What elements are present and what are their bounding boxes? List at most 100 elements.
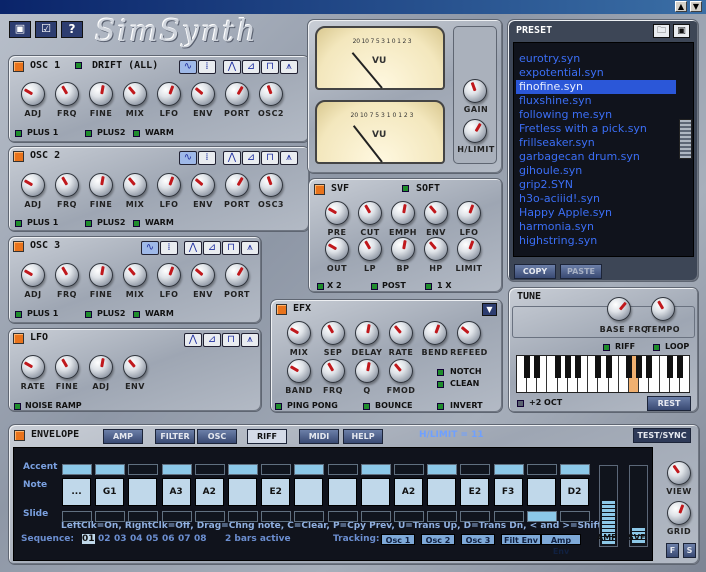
preset-item[interactable]: highstring.syn [516,234,676,248]
triangle-wave-button[interactable]: ⋀ [184,241,202,255]
limit-knob[interactable] [457,237,481,261]
note-step[interactable]: D2 [560,478,589,506]
frq-knob[interactable] [55,173,79,197]
lfo-knob[interactable] [157,263,181,287]
sine-wave-button[interactable]: ∿ [179,151,197,165]
note-step[interactable] [128,478,158,506]
envelope-enable-led[interactable] [14,430,25,441]
port-knob[interactable] [225,173,249,197]
black-key[interactable] [554,356,561,378]
plus-1-led[interactable] [15,311,22,318]
preset-item[interactable]: finofine.syn [516,80,676,94]
frq-knob[interactable] [55,82,79,106]
soft-led[interactable] [402,185,409,192]
tab-riff[interactable]: RIFF [247,429,287,444]
lfo-knob[interactable] [457,201,481,225]
sequence-number[interactable]: 08 [194,534,207,544]
sequence-number[interactable]: 05 [146,534,159,544]
preset-item[interactable]: Fretless with a pick.syn [516,122,676,136]
sep-knob[interactable] [321,321,345,345]
note-step[interactable] [228,478,257,506]
preset-item[interactable]: frillseaker.syn [516,136,676,150]
tracking-osc-1[interactable]: Osc 1 [381,534,415,545]
accent-step[interactable] [427,464,458,475]
plus2-led[interactable] [85,220,92,227]
accent-step[interactable] [560,464,590,475]
black-key[interactable] [677,356,683,378]
sequence-number[interactable]: 03 [114,534,127,544]
refeed-knob[interactable] [457,321,481,345]
post-led[interactable] [371,283,378,290]
pulse-wave-button[interactable]: ⩚ [241,241,259,255]
noise-wave-button[interactable]: ⁞ [198,151,216,165]
preset-item[interactable]: h3o-aciiid!.syn [516,192,676,206]
black-key[interactable] [575,356,581,378]
slide-step[interactable] [526,511,557,522]
note-step[interactable] [427,478,457,506]
fine-knob[interactable] [89,263,113,287]
osc2-knob[interactable] [259,82,283,106]
env-knob[interactable] [424,201,448,225]
sequence-number[interactable]: 02 [98,534,111,544]
mix-knob[interactable] [287,321,311,345]
note-step[interactable]: G1 [95,478,125,506]
slide-step[interactable] [194,511,225,522]
note-step[interactable] [360,478,390,506]
lp-knob[interactable] [358,237,382,261]
bend-knob[interactable] [423,321,447,345]
note-step[interactable] [526,478,556,506]
frq-knob[interactable] [321,359,345,383]
note-step[interactable]: ... [62,478,91,506]
save-preset-button[interactable]: ▣ [673,24,690,38]
lfo-enable-led[interactable] [13,333,24,344]
efx-menu-button[interactable]: ▼ [482,303,497,316]
paste-button[interactable]: PASTE [560,264,602,279]
preset-item[interactable]: Happy Apple.syn [516,206,676,220]
svf-enable-led[interactable] [314,184,325,195]
env-knob[interactable] [191,263,215,287]
slide-step[interactable] [460,511,491,522]
tracking-amp-env[interactable]: Amp Env [541,534,581,556]
hlimit-knob[interactable] [463,119,487,143]
out-knob[interactable] [325,237,349,261]
delay-knob[interactable] [355,321,379,345]
warm-led[interactable] [133,130,140,137]
slide-step[interactable] [95,511,126,522]
warm-led[interactable] [133,311,140,318]
pulse-wave-button[interactable]: ⩚ [280,151,298,165]
noise-wave-button[interactable]: ⁞ [198,60,216,74]
tab-osc[interactable]: OSC [197,429,237,444]
accent-step[interactable] [294,464,325,475]
accent-step[interactable] [62,464,92,475]
save-button[interactable]: ▣ [9,21,31,38]
saw-wave-button[interactable]: ⊿ [242,151,260,165]
saw-wave-button[interactable]: ⊿ [203,241,221,255]
close-button[interactable]: ▼ [690,1,702,12]
accent-step[interactable] [327,464,358,475]
accent-step[interactable] [460,464,491,475]
grid-knob[interactable] [667,501,691,525]
1x-led[interactable] [425,283,432,290]
black-key[interactable] [646,356,653,378]
notch-led[interactable] [437,369,444,376]
adj-knob[interactable] [21,263,45,287]
slide-step[interactable] [261,511,292,522]
slide-step[interactable] [493,511,524,522]
accent-step[interactable] [161,464,192,475]
hp-knob[interactable] [424,237,448,261]
mix-knob[interactable] [123,173,147,197]
triangle-wave-button[interactable]: ⋀ [223,60,241,74]
view-knob[interactable] [667,461,691,485]
tab-amp[interactable]: AMP [103,429,143,444]
note-step[interactable]: E2 [460,478,490,506]
preset-item[interactable]: gihoule.syn [516,164,676,178]
pulse-wave-button[interactable]: ⩚ [241,333,259,347]
saw-wave-button[interactable]: ⊿ [242,60,260,74]
note-step[interactable]: E2 [261,478,291,506]
accent-step[interactable] [128,464,159,475]
invert-led[interactable] [437,403,444,410]
preset-item[interactable]: grip2.SYN [516,178,676,192]
tempo-knob[interactable] [651,297,675,321]
preset-item[interactable]: expotential.syn [516,66,676,80]
loop-led[interactable] [653,344,660,351]
